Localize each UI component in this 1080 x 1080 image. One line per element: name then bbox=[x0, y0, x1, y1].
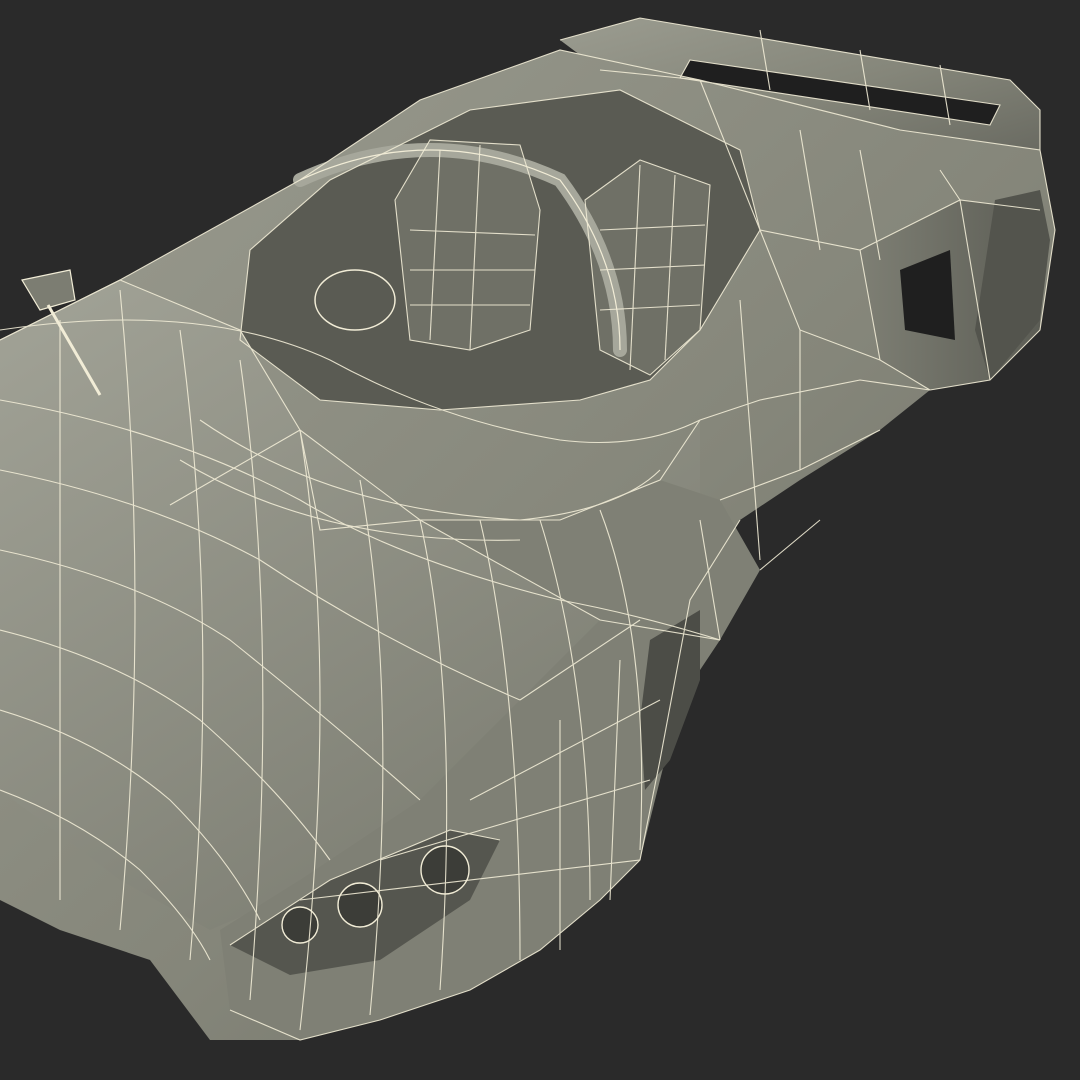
headlight-2 bbox=[337, 882, 383, 928]
headlight-1 bbox=[281, 906, 319, 944]
car-wireframe-render bbox=[0, 0, 1080, 1080]
seat-left bbox=[395, 140, 540, 350]
